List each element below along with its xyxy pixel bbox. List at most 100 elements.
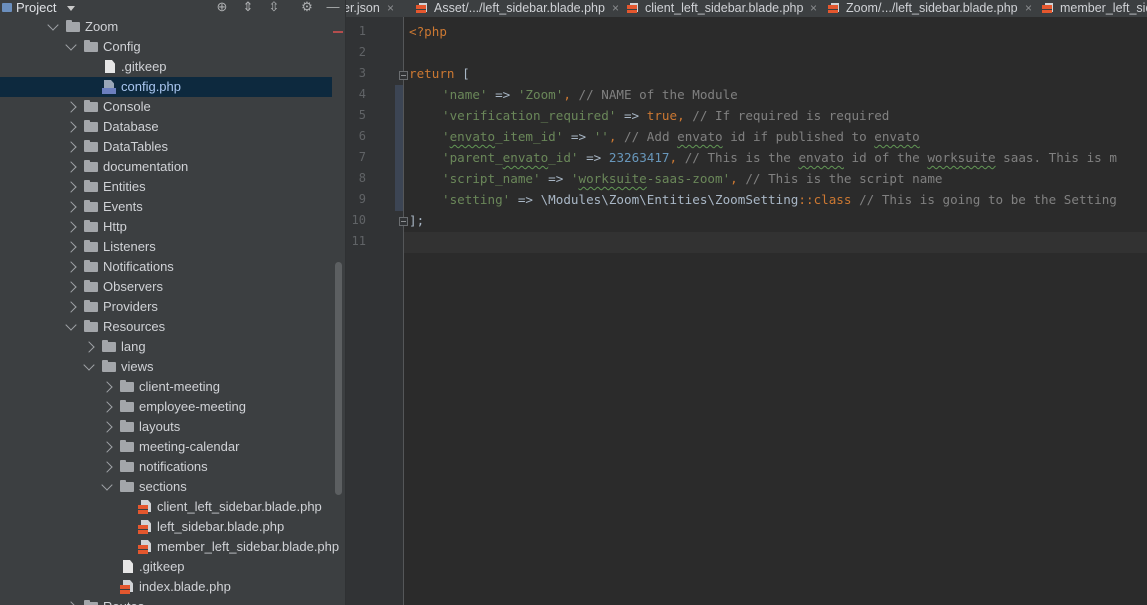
chevron-right-icon[interactable] [101, 421, 113, 433]
collapse-all-icon[interactable]: ⇳ [267, 0, 281, 14]
folder-icon [84, 220, 98, 232]
tree-folder-documentation[interactable]: documentation [0, 157, 332, 177]
blade-file-icon [828, 3, 840, 14]
folder-icon [120, 420, 134, 432]
folder-icon [102, 360, 116, 372]
tree-folder-config[interactable]: Config [0, 37, 332, 57]
line-number: 4 [358, 87, 366, 101]
fold-end-icon[interactable] [399, 217, 408, 226]
folder-icon [84, 260, 98, 272]
tree-folder-providers[interactable]: Providers [0, 297, 332, 317]
tree-item-label: .gitkeep [121, 59, 167, 74]
tree-scrollbar-thumb[interactable] [335, 262, 342, 495]
chevron-right-icon[interactable] [65, 221, 77, 233]
text-file-icon [105, 60, 115, 73]
chevron-down-icon[interactable] [65, 39, 77, 51]
folder-icon [84, 40, 98, 52]
folder-icon [84, 320, 98, 332]
tree-folder-events[interactable]: Events [0, 197, 332, 217]
tab-label: er.json [346, 1, 380, 15]
tree-folder-observers[interactable]: Observers [0, 277, 332, 297]
blade-file-icon [627, 3, 639, 14]
comma: , [669, 150, 685, 165]
expand-all-icon[interactable]: ⇕ [241, 0, 255, 14]
chevron-right-icon[interactable] [65, 261, 77, 273]
tree-file-left-sidebar[interactable]: left_sidebar.blade.php [0, 517, 332, 537]
chevron-right-icon[interactable] [65, 241, 77, 253]
code-line-10: ]; [409, 210, 424, 231]
chevron-right-icon[interactable] [101, 441, 113, 453]
comment: // Add [624, 129, 678, 144]
comma: , [677, 108, 693, 123]
tree-folder-notifications-views[interactable]: notifications [0, 457, 332, 477]
tree-folder-console[interactable]: Console [0, 97, 332, 117]
tree-folder-entities[interactable]: Entities [0, 177, 332, 197]
typo-word: envato [798, 150, 844, 165]
chevron-down-icon[interactable] [47, 19, 59, 31]
chevron-right-icon[interactable] [101, 401, 113, 413]
close-icon[interactable]: × [387, 0, 394, 16]
comment: // This is the [684, 150, 799, 165]
chevron-down-icon[interactable] [67, 6, 75, 11]
chevron-down-icon[interactable] [65, 319, 77, 331]
tree-file-member-left-sidebar[interactable]: member_left_sidebar.blade.php [0, 537, 339, 557]
tree-folder-employee-meeting[interactable]: employee-meeting [0, 397, 332, 417]
close-icon[interactable]: × [1025, 0, 1032, 16]
chevron-right-icon[interactable] [65, 601, 77, 605]
close-icon[interactable]: × [612, 0, 619, 16]
chevron-right-icon[interactable] [65, 161, 77, 173]
tree-folder-listeners[interactable]: Listeners [0, 237, 332, 257]
tree-folder-zoom[interactable]: Zoom [0, 17, 332, 37]
hide-panel-icon[interactable]: — [326, 0, 340, 14]
chevron-right-icon[interactable] [65, 101, 77, 113]
tree-item-label: employee-meeting [139, 399, 246, 414]
locate-target-icon[interactable]: ⊕ [215, 0, 229, 14]
chevron-right-icon[interactable] [65, 141, 77, 153]
tree-folder-datatables[interactable]: DataTables [0, 137, 332, 157]
tree-file-gitkeep-config[interactable]: .gitkeep [0, 57, 332, 77]
tree-file-config-php[interactable]: config.php [0, 77, 332, 97]
tree-folder-database[interactable]: Database [0, 117, 332, 137]
chevron-down-icon[interactable] [101, 479, 113, 491]
line-number: 9 [358, 192, 366, 206]
tree-folder-client-meeting[interactable]: client-meeting [0, 377, 332, 397]
project-title-dropdown[interactable]: Project [16, 0, 56, 16]
comment: id if published to [722, 129, 875, 144]
line-number: 2 [358, 45, 366, 59]
tree-folder-layouts[interactable]: layouts [0, 417, 332, 437]
tree-file-gitkeep-views[interactable]: .gitkeep [0, 557, 332, 577]
tree-file-index-blade[interactable]: index.blade.php [0, 577, 332, 597]
code-line-3: return [ [409, 63, 470, 84]
array-close: ]; [409, 213, 425, 228]
project-icon [2, 3, 12, 12]
arrow: => [487, 87, 518, 102]
tree-file-client-left-sidebar[interactable]: client_left_sidebar.blade.php [0, 497, 332, 517]
tree-item-label: DataTables [103, 139, 169, 154]
tree-folder-views[interactable]: views [0, 357, 332, 377]
tree-folder-sections[interactable]: sections [0, 477, 332, 497]
tree-folder-lang[interactable]: lang [0, 337, 332, 357]
chevron-right-icon[interactable] [65, 301, 77, 313]
chevron-right-icon[interactable] [83, 341, 95, 353]
chevron-right-icon[interactable] [65, 201, 77, 213]
line-number: 7 [358, 150, 366, 164]
chevron-right-icon[interactable] [101, 381, 113, 393]
chevron-right-icon[interactable] [101, 461, 113, 473]
close-icon[interactable]: × [810, 0, 817, 16]
gear-icon[interactable]: ⚙ [300, 0, 314, 14]
chevron-right-icon[interactable] [65, 281, 77, 293]
tree-item-label: client-meeting [139, 379, 220, 394]
tree-folder-resources[interactable]: Resources [0, 317, 332, 337]
tree-folder-routes[interactable]: Routes [0, 597, 332, 605]
fold-toggle-icon[interactable] [399, 71, 408, 80]
tree-folder-meeting-calendar[interactable]: meeting-calendar [0, 437, 332, 457]
folder-icon [84, 200, 98, 212]
chevron-right-icon[interactable] [65, 181, 77, 193]
tree-folder-http[interactable]: Http [0, 217, 332, 237]
double-colon: :: [798, 192, 814, 207]
chevron-right-icon[interactable] [65, 121, 77, 133]
tree-item-label: client_left_sidebar.blade.php [157, 499, 322, 514]
code-line-9: 'setting' => \Modules\Zoom\Entities\Zoom… [442, 189, 1117, 210]
chevron-down-icon[interactable] [83, 359, 95, 371]
tree-folder-notifications[interactable]: Notifications [0, 257, 332, 277]
